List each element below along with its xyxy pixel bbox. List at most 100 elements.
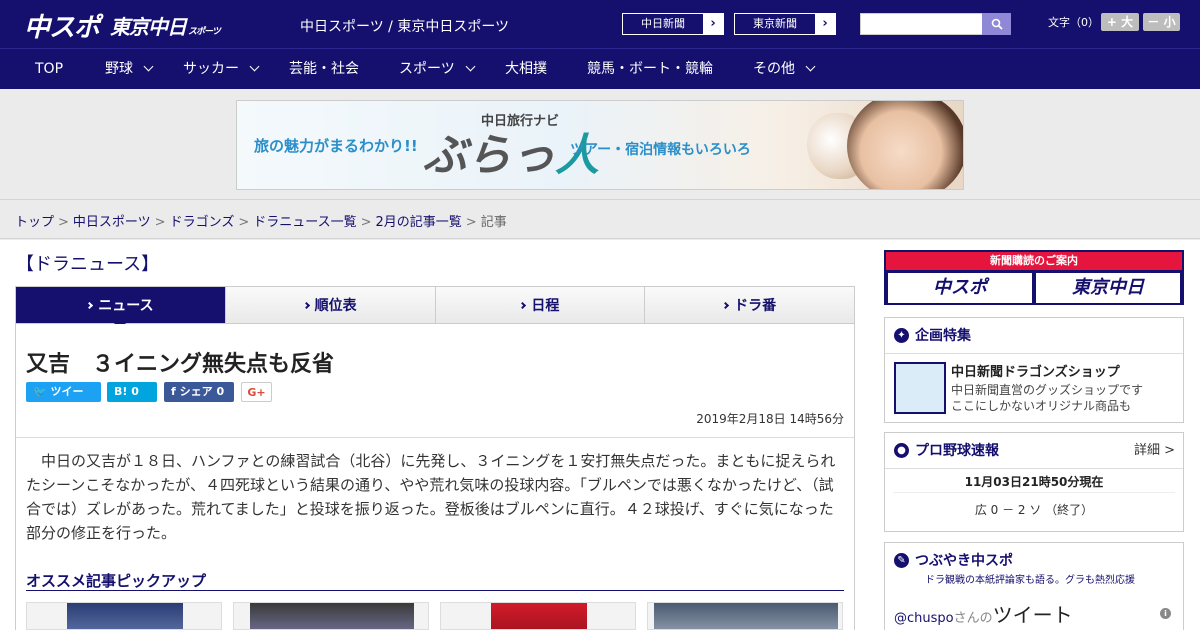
subscribe-chuspo: 中スポ xyxy=(888,273,1032,303)
tab-dora-ban[interactable]: ドラ番 xyxy=(644,287,854,323)
search-input[interactable] xyxy=(860,13,983,35)
tweet-timeline-header: @chuspoさんのツイート xyxy=(894,599,1073,628)
tab-label: ドラ番 xyxy=(734,298,777,314)
facebook-share-button[interactable]: f シェア 0 xyxy=(164,382,234,402)
font-size-increase-button[interactable]: + 大 xyxy=(1101,13,1139,31)
dragons-shop-logo[interactable] xyxy=(894,362,946,414)
nav-label: 競馬・ボート・競輪 xyxy=(587,61,713,77)
tab-schedule[interactable]: 日程 xyxy=(434,287,645,323)
chuspo-logo[interactable]: 中スポ xyxy=(24,7,100,44)
nav-item-baseball[interactable]: 野球 xyxy=(105,49,154,89)
tab-news[interactable]: ニュース xyxy=(16,287,225,330)
twitter-handle[interactable]: @chuspo xyxy=(894,611,954,626)
divider xyxy=(16,437,854,438)
nav-item-racing[interactable]: 競馬・ボート・競輪 xyxy=(587,49,713,89)
nav-label: 芸能・社会 xyxy=(289,61,359,77)
nav-item-other[interactable]: その他 xyxy=(753,49,816,89)
banner-area: 旅の魅力がまるわかり!! 中日旅行ナビ ぶらっ人 ツアー・宿泊情報もいろいろ xyxy=(0,89,1200,200)
site-title: 中日スポーツ / 東京中日スポーツ xyxy=(300,19,510,35)
article-title: 又吉 ３イニング無失点も反省 xyxy=(26,352,335,377)
breadcrumb-separator: > xyxy=(238,215,250,230)
pickup-photo xyxy=(491,603,587,629)
special-feature-heading: ✦ 企画特集 xyxy=(885,318,1183,354)
breadcrumb-separator: > xyxy=(465,215,477,230)
subscription-label: 新聞購読のご案内 xyxy=(886,252,1182,270)
hatena-bookmark-button[interactable]: B! 0 xyxy=(107,382,157,402)
nav-item-entertainment[interactable]: 芸能・社会 xyxy=(289,49,359,89)
breadcrumb-link[interactable]: 2月の記事一覧 xyxy=(376,215,462,230)
shop-title[interactable]: 中日新聞ドラゴンズショップ xyxy=(951,361,1120,380)
nav-item-sumo[interactable]: 大相撲 xyxy=(505,49,547,89)
nav-item-top[interactable]: TOP xyxy=(35,49,63,89)
tab-label: 日程 xyxy=(531,298,560,314)
chevron-down-icon xyxy=(249,61,260,72)
subscription-banner[interactable]: 新聞購読のご案内 中スポ 東京中日 xyxy=(884,250,1184,305)
tweet-subtitle: ドラ観戦の本紙評論家も語る。グラも熱烈応援 xyxy=(925,575,1135,586)
chunichi-shimbun-link[interactable]: 中日新聞 › xyxy=(622,13,724,35)
breadcrumb-separator: > xyxy=(154,215,166,230)
facebook-share-label: シェア 0 xyxy=(179,385,225,398)
chevron-down-icon xyxy=(143,61,154,72)
pickup-thumbnail[interactable] xyxy=(233,602,429,630)
top-header: 中スポ 東京中日 スポーツ 中日スポーツ / 東京中日スポーツ 中日新聞 › 東京… xyxy=(0,0,1200,48)
nav-label: サッカー xyxy=(183,61,239,77)
info-icon[interactable]: i xyxy=(1160,608,1171,619)
article-body: 中日の又吉が１８日、ハンファとの練習試合（北谷）に先発し、３イニングを１安打無失… xyxy=(26,452,836,542)
tab-standings[interactable]: 順位表 xyxy=(224,287,435,323)
search-button[interactable] xyxy=(982,13,1011,35)
travel-banner-ad[interactable]: 旅の魅力がまるわかり!! 中日旅行ナビ ぶらっ人 ツアー・宿泊情報もいろいろ xyxy=(236,100,964,190)
chevron-right-icon: › xyxy=(815,14,835,34)
nav-item-sports[interactable]: スポーツ xyxy=(399,49,476,89)
pickup-thumbnail[interactable] xyxy=(440,602,636,630)
ribbon-icon: ✦ xyxy=(894,328,909,343)
subscribe-tokyo: 東京中日 xyxy=(1036,273,1180,303)
google-plus-button[interactable]: G+ xyxy=(241,382,272,402)
publish-date: 2019年2月18日 14時56分 xyxy=(696,412,844,426)
pickup-thumbnail[interactable] xyxy=(647,602,843,630)
shop-desc-line: ここにしかないオリジナル商品も xyxy=(951,399,1132,413)
tokyo-shimbun-link[interactable]: 東京新聞 › xyxy=(734,13,836,35)
special-heading-text: 企画特集 xyxy=(915,328,971,344)
game-score[interactable]: 広 0 － 2 ソ （終了） xyxy=(885,493,1183,518)
main-nav: TOP 野球 サッカー 芸能・社会 スポーツ 大相撲 競馬・ボート・競輪 その他 xyxy=(0,48,1200,89)
tweet-word: ツイート xyxy=(992,603,1073,627)
pickup-heading: オススメ記事ピックアップ xyxy=(26,572,207,590)
breadcrumb-link[interactable]: トップ xyxy=(15,215,54,230)
chevron-right-icon xyxy=(519,301,527,309)
chevron-right-icon xyxy=(86,301,94,309)
nav-label: その他 xyxy=(753,61,795,77)
megaphone-icon: ✎ xyxy=(894,553,909,568)
tokyo-chunichi-logo[interactable]: 東京中日 スポーツ xyxy=(110,11,221,40)
facebook-icon: f xyxy=(171,385,180,398)
breadcrumb-current: 記事 xyxy=(480,215,507,230)
breadcrumb-link[interactable]: ドラゴンズ xyxy=(170,215,235,230)
breadcrumb-link[interactable]: 中日スポーツ xyxy=(73,215,151,230)
banner-left-text: 旅の魅力がまるわかり!! xyxy=(254,137,418,155)
woman-photo xyxy=(847,101,963,189)
tokyo-logo-text: 東京中日 xyxy=(110,15,187,39)
chevron-down-icon xyxy=(465,61,476,72)
nav-item-soccer[interactable]: サッカー xyxy=(183,49,260,89)
paper-link-label: 中日新聞 xyxy=(641,17,685,30)
shop-desc-line: 中日新聞直営のグッズショップです xyxy=(951,383,1144,397)
nav-label: 大相撲 xyxy=(505,61,547,77)
tokyo-logo-small: スポーツ xyxy=(188,27,221,37)
paper-link-label: 東京新聞 xyxy=(753,17,797,30)
baseball-icon: ● xyxy=(894,443,909,458)
details-link[interactable]: 詳細 > xyxy=(1134,433,1175,469)
breadcrumb-separator: > xyxy=(360,215,372,230)
baseball-heading-text: プロ野球速報 xyxy=(915,443,999,459)
baseball-score-card: ● プロ野球速報 詳細 > 11月03日21時50分現在 広 0 － 2 ソ （終了… xyxy=(884,432,1184,532)
pickup-photo xyxy=(654,603,838,629)
twitter-icon: 🐦 xyxy=(33,385,51,398)
font-size-decrease-button[interactable]: － 小 xyxy=(1143,13,1180,31)
breadcrumb-link[interactable]: ドラニュース一覧 xyxy=(253,215,356,230)
tweet-heading-text: つぶやき中スポ xyxy=(915,553,1013,569)
banner-logo-a: ぶらっ xyxy=(423,130,555,181)
tweet-button[interactable]: 🐦 ツイート xyxy=(26,382,101,418)
font-size-label: 文字（0） xyxy=(1048,16,1099,29)
chevron-down-icon xyxy=(805,61,816,72)
pickup-thumbnail[interactable] xyxy=(26,602,222,630)
nav-label: 野球 xyxy=(105,61,133,77)
news-tabs: ニュース 順位表 日程 ドラ番 xyxy=(15,286,855,330)
